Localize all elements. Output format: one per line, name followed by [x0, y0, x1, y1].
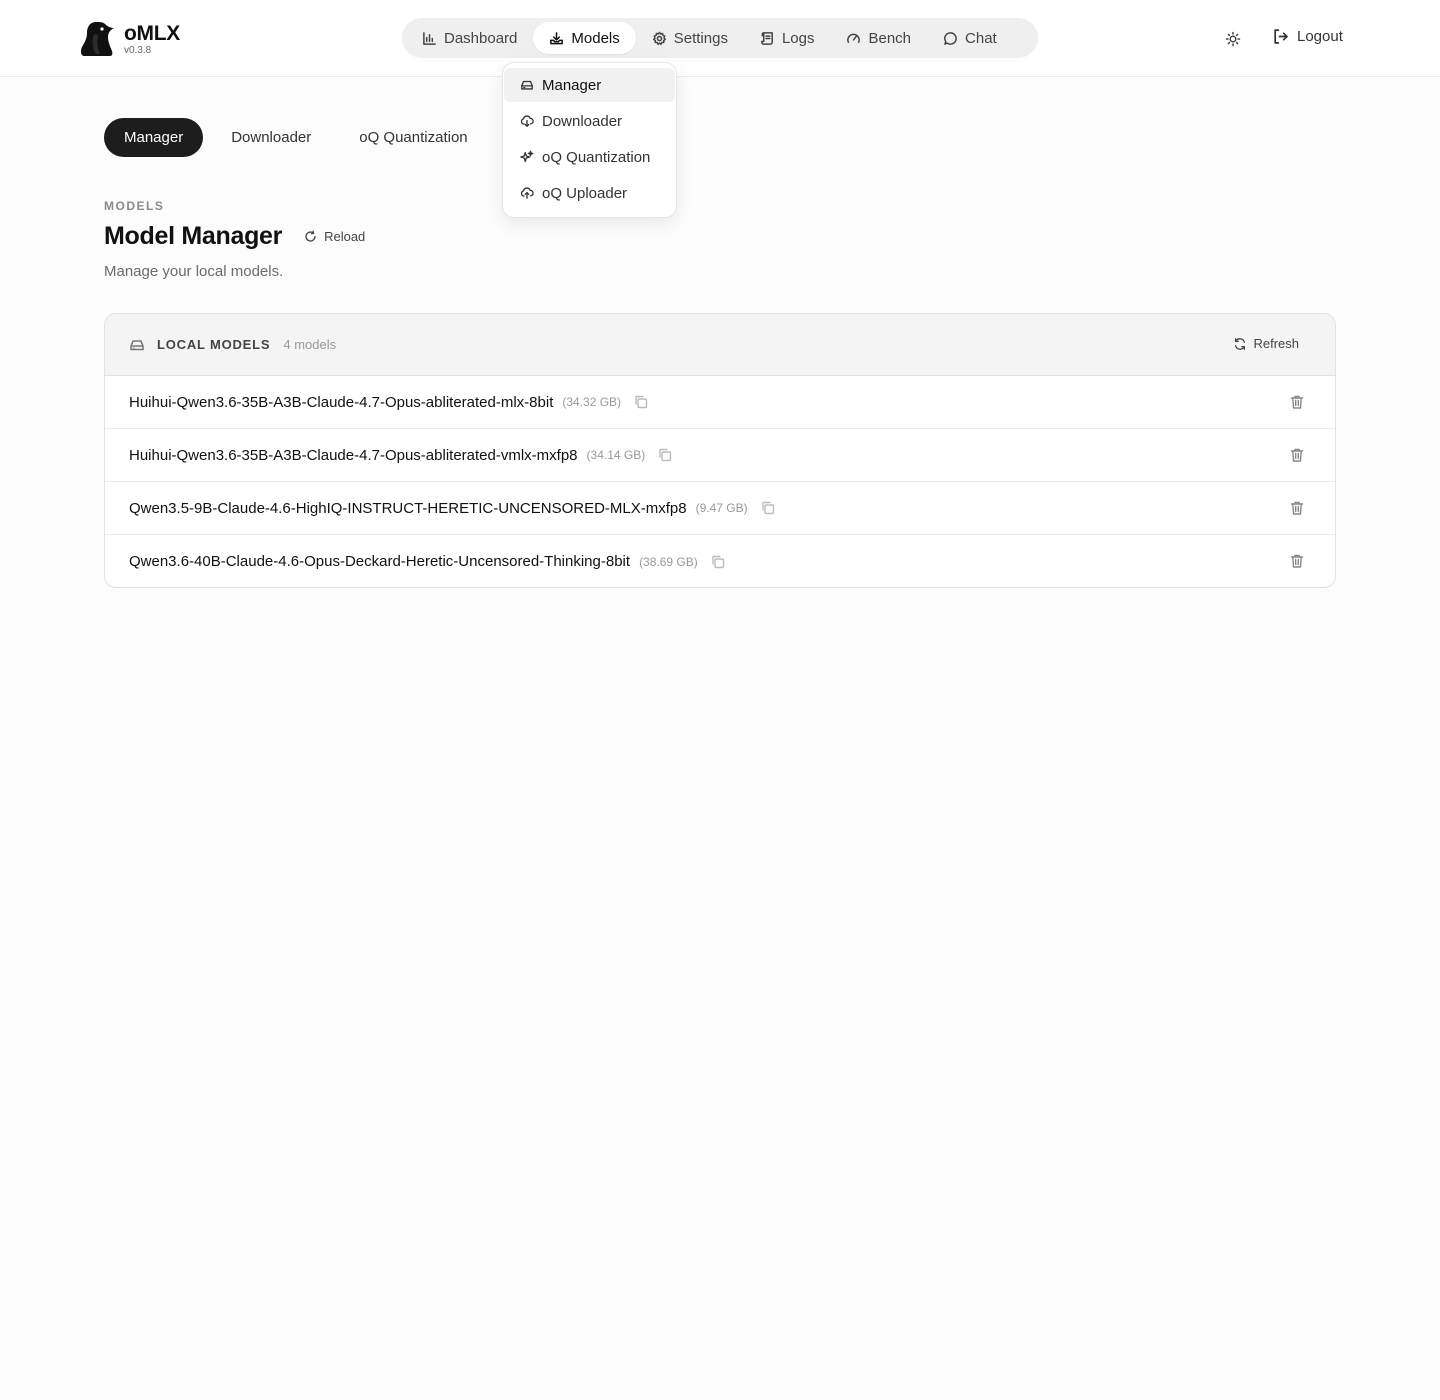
- penguin-logo-icon: [80, 22, 114, 56]
- reload-label: Reload: [324, 229, 366, 244]
- model-size: (34.32 GB): [562, 395, 622, 409]
- page-subtitle: Manage your local models.: [104, 263, 284, 280]
- nav-label: Bench: [868, 29, 912, 47]
- trash-icon[interactable]: [1289, 394, 1305, 410]
- nav-dashboard[interactable]: Dashboard: [406, 22, 533, 54]
- model-name: Qwen3.5-9B-Claude-4.6-HighIQ-INSTRUCT-HE…: [129, 499, 687, 517]
- gauge-icon: [847, 33, 861, 43]
- drive-icon: [130, 339, 144, 350]
- model-size: (9.47 GB): [695, 501, 748, 515]
- models-dropdown-menu: Manager Downloader oQ Quantization oQ Up…: [502, 62, 677, 218]
- refresh-icon: [1235, 337, 1246, 350]
- download-tray-icon: [550, 31, 564, 44]
- model-size: (38.69 GB): [639, 554, 698, 569]
- app-name: oMLX: [124, 21, 180, 45]
- dropdown-item-oq-quantization[interactable]: oQ Quantization: [504, 140, 675, 174]
- dropdown-item-oq-uploader[interactable]: oQ Uploader: [504, 176, 675, 210]
- logout-icon: [1274, 29, 1288, 44]
- local-models-card: LOCAL MODELS 4 models Refresh Huihui-Qwe…: [104, 313, 1336, 588]
- refresh-label: Refresh: [1253, 336, 1299, 351]
- reload-button[interactable]: Reload: [304, 229, 365, 244]
- brand[interactable]: oMLX v0.3.8: [80, 20, 180, 58]
- sparkles-icon: [520, 150, 534, 163]
- nav-label: Dashboard: [444, 29, 518, 47]
- model-row: Qwen3.6-40B-Claude-4.6-Opus-Deckard-Here…: [105, 535, 1335, 587]
- refresh-button[interactable]: Refresh: [1233, 336, 1299, 351]
- model-row: Qwen3.5-9B-Claude-4.6-HighIQ-INSTRUCT-HE…: [105, 482, 1335, 535]
- subtab-manager[interactable]: Manager: [104, 118, 204, 157]
- nav-label: Models: [571, 29, 620, 47]
- model-name: Huihui-Qwen3.6-35B-A3B-Claude-4.7-Opus-a…: [129, 393, 554, 411]
- model-row: Huihui-Qwen3.6-35B-A3B-Claude-4.7-Opus-a…: [105, 429, 1335, 482]
- main-nav: Dashboard Models Settings Logs Bench Cha…: [402, 18, 1038, 58]
- trash-icon[interactable]: [1289, 447, 1305, 463]
- model-row: Huihui-Qwen3.6-35B-A3B-Claude-4.7-Opus-a…: [105, 376, 1335, 429]
- copy-icon[interactable]: [711, 555, 725, 569]
- nav-label: Logs: [781, 29, 815, 47]
- title-row: Model Manager Reload: [104, 222, 365, 251]
- logout-button[interactable]: Logout: [1272, 28, 1343, 45]
- app-version: v0.3.8: [124, 44, 152, 56]
- gear-icon: [652, 31, 666, 45]
- nav-models[interactable]: Models: [533, 22, 636, 54]
- models-subtabs: Manager Downloader oQ Quantization: [104, 118, 496, 157]
- nav-label: Chat: [965, 29, 997, 47]
- reload-icon: [305, 230, 316, 242]
- cloud-upload-icon: [520, 187, 534, 199]
- trash-icon[interactable]: [1289, 500, 1305, 516]
- dropdown-item-manager[interactable]: Manager: [504, 68, 675, 102]
- nav-bench[interactable]: Bench: [830, 22, 927, 54]
- bar-chart-icon: [423, 31, 436, 45]
- dropdown-item-downloader[interactable]: Downloader: [504, 104, 675, 138]
- trash-icon[interactable]: [1289, 553, 1305, 569]
- cloud-download-icon: [520, 115, 534, 127]
- model-name: Qwen3.6-40B-Claude-4.6-Opus-Deckard-Here…: [129, 553, 631, 570]
- card-header: LOCAL MODELS 4 models Refresh: [105, 314, 1335, 376]
- nav-chat[interactable]: Chat: [927, 22, 1013, 54]
- nav-settings[interactable]: Settings: [636, 22, 744, 54]
- nav-logs[interactable]: Logs: [744, 22, 831, 54]
- dropdown-item-label: Manager: [542, 76, 602, 94]
- page-title: Model Manager: [104, 222, 283, 250]
- copy-icon[interactable]: [761, 501, 775, 515]
- logout-label: Logout: [1297, 28, 1343, 45]
- top-header: oMLX v0.3.8 Dashboard Models Settings Lo…: [0, 0, 1440, 77]
- card-title: LOCAL MODELS: [157, 337, 271, 352]
- copy-icon[interactable]: [658, 448, 672, 462]
- subtab-downloader[interactable]: Downloader: [211, 118, 331, 157]
- dropdown-item-label: oQ Uploader: [542, 184, 628, 202]
- scroll-icon: [761, 31, 773, 45]
- subtab-oq-quantization[interactable]: oQ Quantization: [339, 118, 487, 157]
- sun-icon: [1225, 31, 1241, 47]
- theme-toggle-button[interactable]: [1222, 28, 1244, 50]
- copy-icon[interactable]: [634, 395, 648, 409]
- nav-label: Settings: [673, 29, 728, 47]
- model-size: (34.14 GB): [586, 448, 646, 462]
- dropdown-item-label: oQ Quantization: [542, 148, 651, 166]
- drive-icon: [521, 80, 533, 90]
- chat-bubble-icon: [944, 31, 957, 45]
- section-kicker: MODELS: [104, 199, 165, 213]
- dropdown-item-label: Downloader: [542, 112, 623, 130]
- model-name: Huihui-Qwen3.6-35B-A3B-Claude-4.7-Opus-a…: [129, 446, 578, 464]
- model-count: 4 models: [283, 337, 337, 352]
